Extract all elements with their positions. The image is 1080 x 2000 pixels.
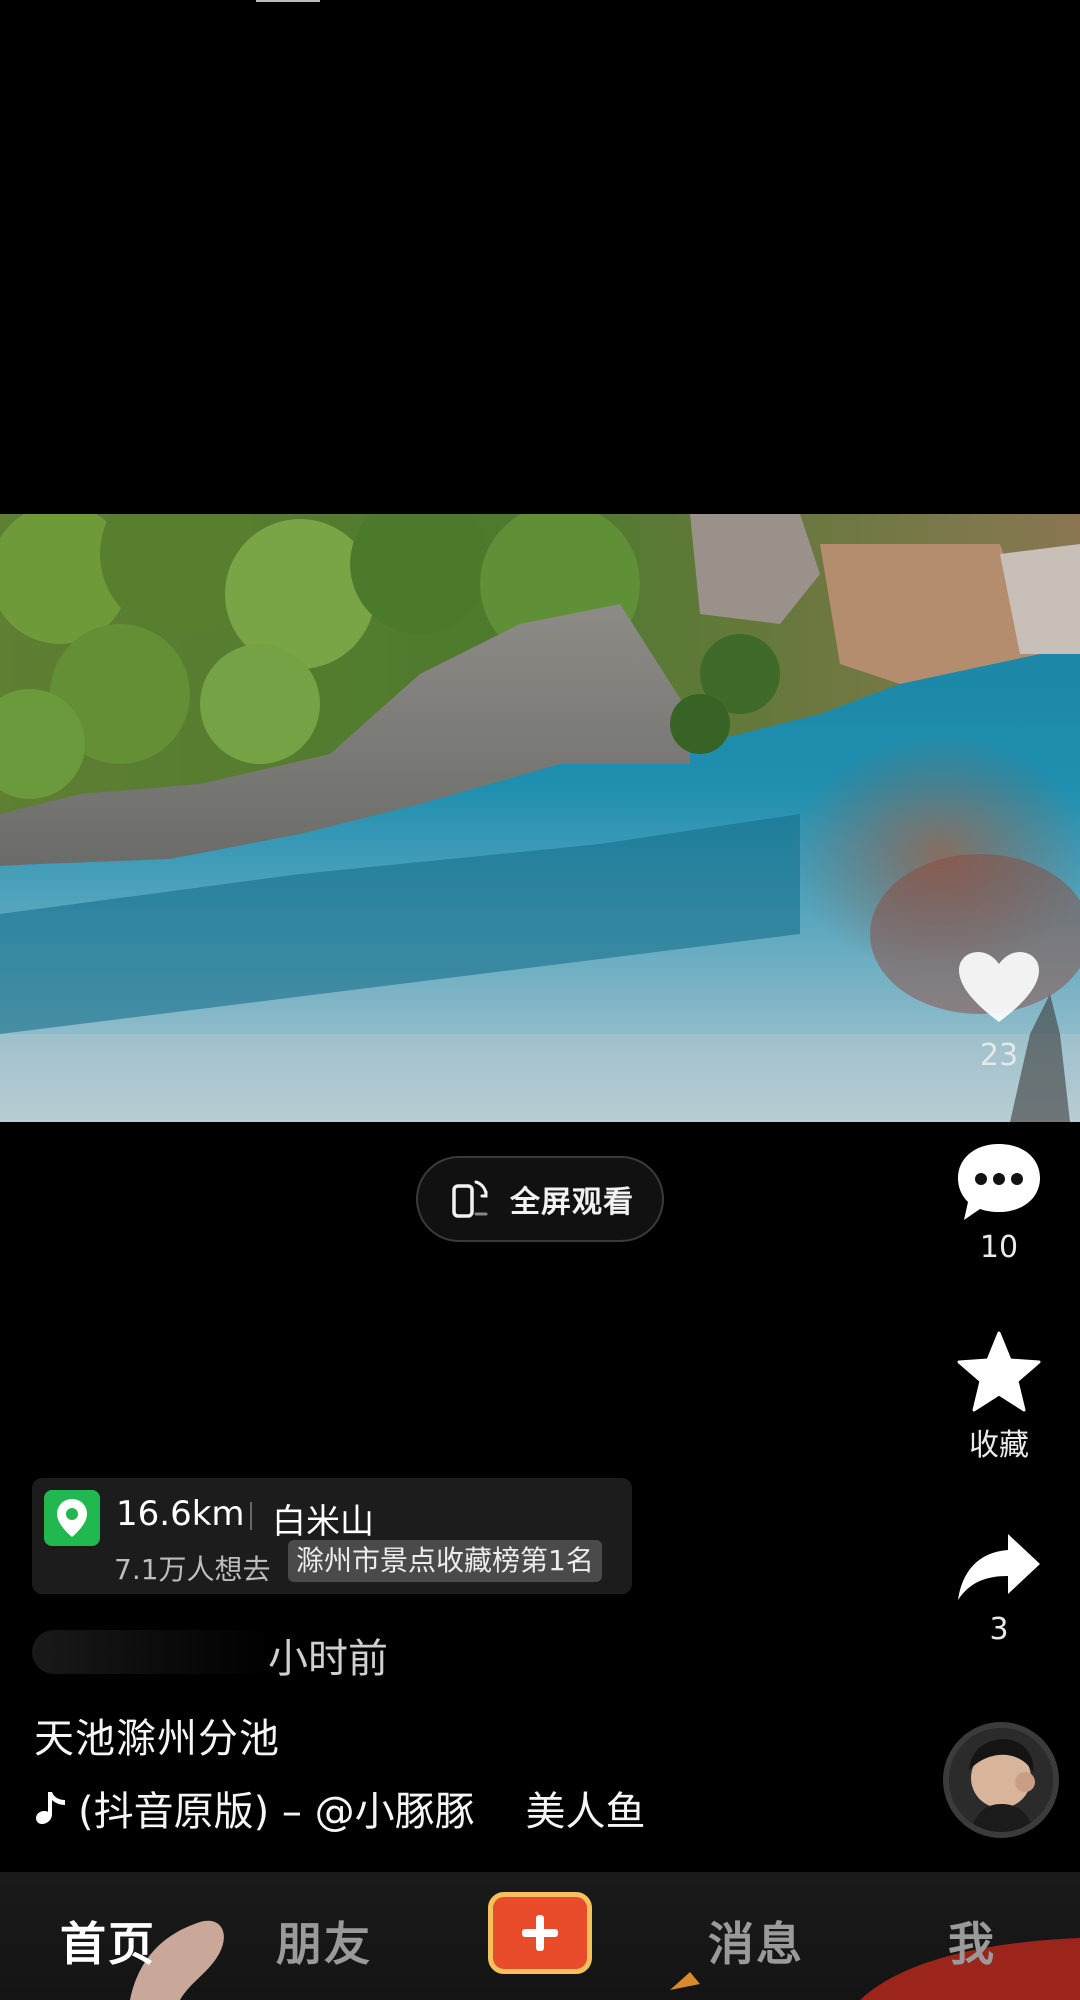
tab-messages[interactable]: 消息 (708, 1908, 804, 1974)
like-count: 23 (979, 1038, 1019, 1073)
status-indicator (256, 0, 320, 2)
video-frame-scene (0, 514, 1080, 1122)
author-name-mask (32, 1630, 272, 1674)
comment-count: 10 (979, 1230, 1019, 1265)
music-info[interactable]: (抖音原版) – @小豚豚 美人鱼 (34, 1782, 646, 1835)
music-note-icon (36, 1792, 65, 1824)
tab-me[interactable]: 我 (948, 1908, 996, 1974)
video-caption[interactable]: 天池滁州分池 (34, 1706, 280, 1764)
video-player[interactable] (0, 514, 1080, 1122)
like-button[interactable]: 23 (940, 950, 1058, 1073)
comment-button[interactable]: 10 (940, 1140, 1058, 1265)
poi-wants-count: 7.1万人想去 (114, 1553, 271, 1586)
fullscreen-label: 全屏观看 (510, 1185, 634, 1220)
douyin-video-screen: 全屏观看 23 10 收藏 3 16.6km 白米山 7.1万人想去 滁州市景点… (0, 0, 1080, 2000)
tab-friends[interactable]: 朋友 (276, 1908, 372, 1974)
create-button[interactable] (488, 1892, 592, 1974)
share-count: 3 (989, 1612, 1009, 1647)
author-time-line[interactable]: 小时前 (32, 1626, 392, 1682)
poi-distance: 16.6km (116, 1494, 245, 1534)
tab-home[interactable]: 首页 (60, 1908, 156, 1974)
plus-icon (522, 1915, 558, 1951)
comment-bubble-icon (958, 1144, 1040, 1220)
share-button[interactable]: 3 (940, 1530, 1058, 1647)
bottom-nav: 首页 朋友 消息 我 (0, 1872, 1080, 2000)
fullscreen-rotate-icon (452, 1180, 488, 1218)
heart-icon (959, 952, 1039, 1022)
share-arrow-icon (958, 1534, 1040, 1600)
avatar-portrait (949, 1728, 1053, 1832)
favorite-label: 收藏 (969, 1428, 1029, 1463)
post-time: 小时前 (268, 1636, 388, 1682)
poi-card[interactable]: 16.6km 白米山 7.1万人想去 滁州市景点收藏榜第1名 (32, 1478, 632, 1594)
poi-rank-badge: 滁州市景点收藏榜第1名 (288, 1540, 602, 1582)
poi-separator (250, 1502, 252, 1530)
star-icon (957, 1331, 1041, 1412)
fullscreen-button[interactable]: 全屏观看 (416, 1156, 664, 1242)
author-avatar[interactable] (943, 1722, 1059, 1838)
music-title: (抖音原版) – @小豚豚 美人鱼 (78, 1789, 646, 1835)
location-pin-icon (44, 1490, 100, 1546)
poi-name: 白米山 (272, 1502, 374, 1542)
favorite-button[interactable]: 收藏 (940, 1330, 1058, 1464)
